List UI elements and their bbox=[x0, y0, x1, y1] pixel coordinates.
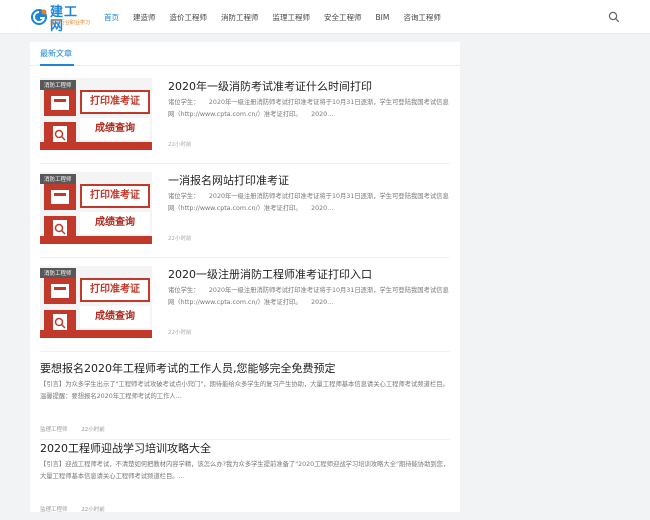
article-excerpt: 诸位学生： 2020年一级注册消防师考试打印准考证将于10月31日逐渐，学生可登… bbox=[168, 287, 449, 306]
section-title[interactable]: 最新文章 bbox=[40, 48, 72, 59]
article-category[interactable]: 监理工程师 bbox=[40, 427, 68, 433]
nav-item-constructor[interactable]: 建造师 bbox=[133, 12, 156, 23]
thumbnail-base bbox=[40, 142, 152, 150]
article-title[interactable]: 一消报名网站打印准考证 bbox=[168, 172, 289, 188]
article-excerpt: 诸位学生： 2020年一级注册消防师考试打印准考证将于10月31日逐渐，学生可登… bbox=[168, 99, 449, 118]
article-thumbnail[interactable]: 消防工程师 打印准考证 成绩查询 bbox=[40, 78, 152, 150]
article-excerpt: 【引言】为众多学生出示了"工程师考试攻破考试点小窍门"，期待能给众多学生的复习产… bbox=[40, 381, 449, 400]
printer-icon bbox=[44, 184, 76, 242]
search-icon[interactable] bbox=[608, 11, 620, 23]
article-thumbnail[interactable]: 消防工程师 打印准考证 成绩查询 bbox=[40, 172, 152, 244]
thumbnail-banner-text: 打印准考证 bbox=[80, 90, 150, 114]
article-title[interactable]: 2020一级注册消防工程师准考证打印入口 bbox=[168, 266, 372, 282]
section-title-underline bbox=[40, 64, 74, 66]
article-category[interactable]: 监理工程师 bbox=[40, 507, 68, 513]
thumbnail-bar-text: 成绩查询 bbox=[80, 118, 150, 140]
article-title[interactable]: 2020工程师迎战学习培训攻略大全 bbox=[40, 440, 211, 456]
site-logo[interactable]: 建工网 建工行业职业学习 bbox=[30, 6, 91, 34]
nav-item-cost-engineer[interactable]: 造价工程师 bbox=[170, 12, 208, 23]
thumbnail-bar-text: 成绩查询 bbox=[80, 212, 150, 234]
article-time: 22小时前 bbox=[81, 427, 105, 433]
article-time: 22小时前 bbox=[168, 330, 192, 336]
article-item: 要想报名2020年工程师考试的工作人员,您能够完全免费预定 【引言】为众多学生出… bbox=[40, 360, 450, 440]
main-nav: 首页 建造师 造价工程师 消防工程师 监理工程师 安全工程师 BIM 咨询工程师 bbox=[104, 0, 455, 34]
logo-mark-icon bbox=[31, 9, 47, 25]
thumbnail-base bbox=[40, 330, 152, 338]
nav-item-home[interactable]: 首页 bbox=[104, 12, 119, 23]
thumbnail-category-tag: 消防工程师 bbox=[40, 174, 76, 184]
thumbnail-banner-text: 打印准考证 bbox=[80, 184, 150, 208]
nav-item-supervision-engineer[interactable]: 监理工程师 bbox=[273, 12, 311, 23]
latest-articles-panel: 最新文章 消防工程师 打印准考证 成绩查询 2020年一级消防考试准考证什么时间… bbox=[30, 42, 460, 513]
printer-icon bbox=[44, 90, 76, 148]
article-time: 22小时前 bbox=[168, 236, 192, 242]
article-time: 22小时前 bbox=[168, 142, 192, 148]
article-time: 22小时前 bbox=[81, 507, 105, 513]
article-title[interactable]: 2020年一级消防考试准考证什么时间打印 bbox=[168, 78, 372, 94]
article-item: 消防工程师 打印准考证 成绩查询 2020年一级消防考试准考证什么时间打印 诸位… bbox=[40, 78, 450, 164]
thumbnail-bar-text: 成绩查询 bbox=[80, 306, 150, 328]
thumbnail-category-tag: 消防工程师 bbox=[40, 268, 76, 278]
thumbnail-category-tag: 消防工程师 bbox=[40, 80, 76, 90]
article-meta: 监理工程师 22小时前 bbox=[40, 505, 117, 513]
thumbnail-base bbox=[40, 236, 152, 244]
article-meta: 监理工程师 22小时前 bbox=[40, 425, 117, 433]
article-item: 消防工程师 打印准考证 成绩查询 一消报名网站打印准考证 诸位学生： 2020年… bbox=[40, 172, 450, 258]
article-item: 消防工程师 打印准考证 成绩查询 2020一级注册消防工程师准考证打印入口 诸位… bbox=[40, 266, 450, 352]
nav-item-consulting-engineer[interactable]: 咨询工程师 bbox=[403, 12, 441, 23]
top-navbar: 建工网 建工行业职业学习 首页 建造师 造价工程师 消防工程师 监理工程师 安全… bbox=[0, 0, 650, 34]
article-item: 2020工程师迎战学习培训攻略大全 【引言】迎战工程师考试，不清楚如何把教材内容… bbox=[40, 440, 450, 520]
panel-header: 最新文章 bbox=[30, 42, 460, 66]
nav-item-bim[interactable]: BIM bbox=[376, 13, 390, 22]
printer-icon bbox=[44, 278, 76, 336]
thumbnail-banner-text: 打印准考证 bbox=[80, 278, 150, 302]
article-excerpt: 【引言】迎战工程师考试，不清楚如何把教材内容学精，该怎么办?我为众多学生提前准备… bbox=[40, 461, 450, 480]
nav-item-safety-engineer[interactable]: 安全工程师 bbox=[324, 12, 362, 23]
nav-item-fire-engineer[interactable]: 消防工程师 bbox=[221, 12, 259, 23]
article-excerpt: 诸位学生： 2020年一级注册消防师考试打印准考证将于10月31日逐渐，学生可登… bbox=[168, 193, 449, 212]
article-thumbnail[interactable]: 消防工程师 打印准考证 成绩查询 bbox=[40, 266, 152, 338]
article-title[interactable]: 要想报名2020年工程师考试的工作人员,您能够完全免费预定 bbox=[40, 360, 336, 376]
logo-subtitle: 建工行业职业学习 bbox=[50, 20, 91, 26]
